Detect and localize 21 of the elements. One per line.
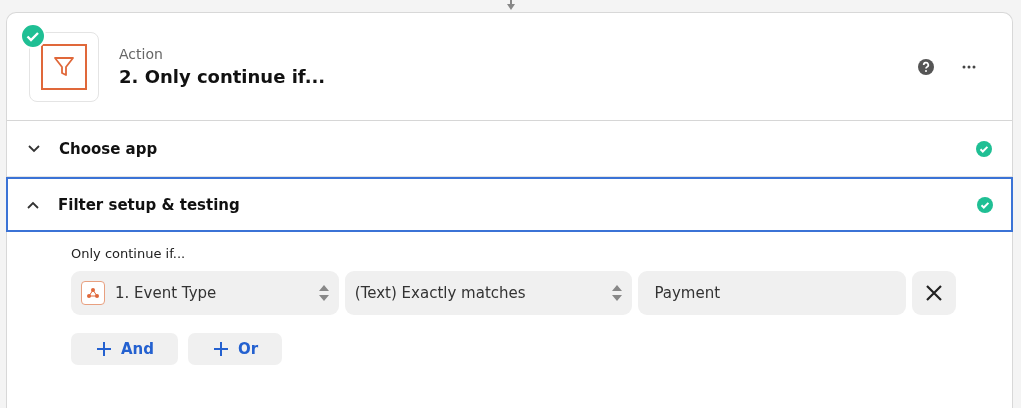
app-icon: [81, 281, 105, 305]
arrow-down-icon: [505, 0, 516, 10]
more-icon[interactable]: [962, 64, 976, 69]
value-field[interactable]: Payment: [638, 271, 907, 315]
plus-icon: [214, 342, 229, 356]
remove-button[interactable]: [912, 271, 956, 315]
plus-icon: [97, 342, 111, 356]
add-condition-button[interactable]: Or: [188, 333, 283, 365]
filter-label: Only continue if...: [71, 246, 187, 261]
field-select[interactable]: 1. Event Type: [71, 271, 339, 315]
step-title: 2. Only continue if...: [119, 66, 327, 87]
filter-icon: [41, 43, 87, 90]
add-condition-button[interactable]: And: [71, 333, 179, 365]
section-header[interactable]: Choose app: [7, 121, 1012, 177]
step-type-label: Action: [119, 46, 164, 62]
sort-icon: [612, 285, 623, 301]
close-icon: [926, 285, 943, 301]
sort-icon: [318, 285, 329, 301]
section-header[interactable]: Filter setup & testing: [6, 177, 1013, 232]
help-icon[interactable]: [918, 58, 934, 75]
operator-select[interactable]: (Text) Exactly matches: [344, 271, 633, 315]
